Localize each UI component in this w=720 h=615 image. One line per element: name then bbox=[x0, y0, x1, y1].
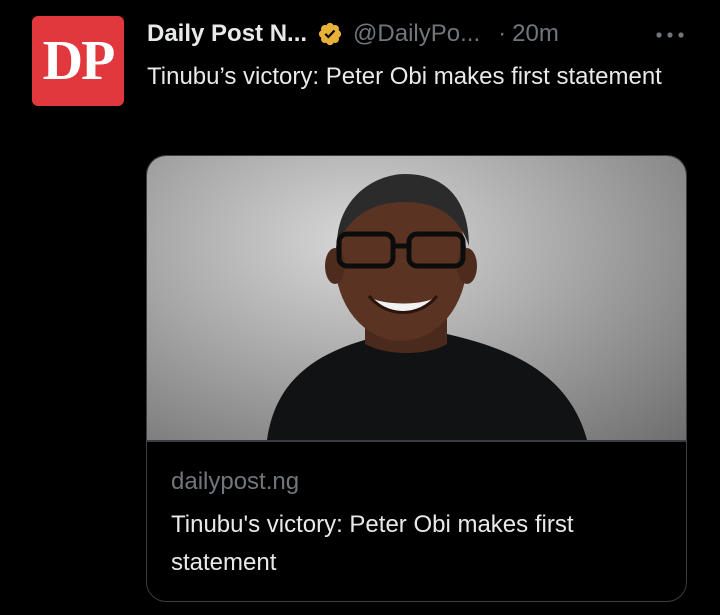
card-title[interactable]: Tinubu's victory: Peter Obi makes first … bbox=[171, 506, 666, 582]
card-image[interactable] bbox=[147, 156, 686, 440]
user-handle[interactable]: @DailyPo... bbox=[353, 20, 480, 48]
card-divider bbox=[147, 440, 686, 442]
separator-dot: · bbox=[498, 20, 507, 47]
more-options-icon[interactable] bbox=[650, 20, 690, 50]
verified-badge-icon bbox=[317, 21, 343, 47]
tweet[interactable]: DP Daily Post N... @DailyPo... · 20m Tin… bbox=[0, 0, 720, 615]
tweet-header: Daily Post N... @DailyPo... · 20m bbox=[147, 16, 559, 52]
avatar-logo-text: DP bbox=[42, 30, 116, 92]
tweet-text: Tinubu’s victory: Peter Obi makes first … bbox=[147, 63, 662, 90]
card-domain: dailypost.ng bbox=[171, 468, 300, 495]
timestamp[interactable]: 20m bbox=[512, 20, 559, 48]
display-name[interactable]: Daily Post N... bbox=[147, 20, 307, 48]
link-card[interactable]: dailypost.ng Tinubu's victory: Peter Obi… bbox=[146, 155, 687, 602]
portrait-photo bbox=[267, 174, 587, 440]
avatar[interactable]: DP bbox=[32, 16, 124, 106]
